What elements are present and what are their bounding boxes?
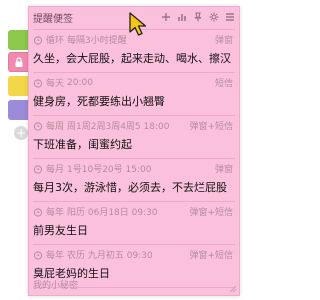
reminder-item[interactable]: 每年 阳历 06月18日 09:30 弹窗+短信 前男友生日 [33, 202, 235, 245]
reminder-text: 下班准备，闺蜜约起 [33, 138, 132, 151]
notify-type: 弹窗 [214, 165, 233, 175]
notify-type: 弹窗 [214, 36, 233, 46]
alarm-clock-icon [33, 164, 43, 174]
sticky-note-window: 提醒便签 循环 每隔3小时提醒 弹窗 久坐，会大屁股，起来走动、喝水、擦汉 每天… [28, 6, 240, 296]
tab-pink-locked[interactable] [8, 52, 28, 72]
menu-icon[interactable] [223, 10, 237, 24]
add-icon[interactable] [159, 10, 173, 24]
window-title: 提醒便签 [33, 14, 73, 25]
repeat-time: 1号10号20号 15:00 [67, 165, 152, 175]
lock-icon [15, 57, 23, 67]
repeat-mode: 每年 [46, 251, 65, 261]
reminder-schedule: 每月 1号10号20号 15:00 [33, 162, 151, 175]
footer-label: 我的小秘密 [33, 281, 79, 291]
reminder-item[interactable]: 每月 1号10号20号 15:00 弹窗 每月3次，游泳惜，必须去，不去烂屁股 [33, 159, 235, 202]
repeat-time: 周1周2周3周4周5 18:00 [67, 122, 170, 132]
notify-type: 弹窗+短信 [189, 251, 233, 261]
add-category-button[interactable]: + [14, 126, 28, 140]
reminder-schedule: 每年 农历 九月初五 09:30 [33, 248, 153, 261]
repeat-mode: 每周 [46, 122, 65, 132]
repeat-time: 每隔3小时提醒 [67, 36, 127, 46]
alarm-clock-icon [33, 250, 43, 260]
repeat-mode: 每年 [46, 208, 65, 218]
resize-grip-icon[interactable] [229, 285, 237, 293]
alarm-clock-icon [33, 35, 43, 45]
alarm-clock-icon [33, 121, 43, 131]
tab-purple[interactable] [8, 100, 28, 120]
repeat-time: 20:00 [67, 77, 93, 88]
notify-type: 弹窗+短信 [189, 122, 233, 132]
tab-yellow[interactable] [8, 76, 28, 96]
repeat-mode: 每天 [46, 79, 65, 89]
reminder-item[interactable]: 每周 周1周2周3周4周5 18:00 弹窗+短信 下班准备，闺蜜约起 [33, 116, 235, 159]
repeat-time: 农历 九月初五 09:30 [67, 251, 153, 261]
toolbar [159, 10, 237, 24]
mouse-cursor-icon [129, 12, 147, 36]
repeat-mode: 循环 [46, 36, 65, 46]
notify-type: 弹窗+短信 [189, 208, 233, 218]
repeat-mode: 每月 [46, 165, 65, 175]
alarm-clock-icon [33, 78, 43, 88]
gear-icon[interactable] [207, 10, 221, 24]
reminder-text: 久坐，会大屁股，起来走动、喝水、擦汉 [33, 52, 231, 65]
bar-chart-icon[interactable] [175, 10, 189, 24]
pin-icon[interactable] [191, 10, 205, 24]
reminder-schedule: 循环 每隔3小时提醒 [33, 33, 127, 46]
notify-type: 短信 [214, 79, 233, 89]
reminder-schedule: 每周 周1周2周3周4周5 18:00 [33, 119, 169, 132]
repeat-time: 阳历 06月18日 09:30 [67, 208, 158, 218]
reminder-item[interactable]: 每天 20:00 短信 健身房，死都要练出小翘臀 [33, 73, 235, 116]
reminder-list: 循环 每隔3小时提醒 弹窗 久坐，会大屁股，起来走动、喝水、擦汉 每天 20:0… [33, 29, 235, 288]
alarm-clock-icon [33, 207, 43, 217]
tab-green[interactable] [8, 30, 28, 50]
reminder-text: 每月3次，游泳惜，必须去，不去烂屁股 [33, 181, 227, 194]
reminder-text: 健身房，死都要练出小翘臀 [33, 95, 165, 108]
reminder-schedule: 每天 20:00 [33, 76, 93, 89]
reminder-schedule: 每年 阳历 06月18日 09:30 [33, 205, 158, 218]
reminder-text: 前男友生日 [33, 224, 88, 237]
